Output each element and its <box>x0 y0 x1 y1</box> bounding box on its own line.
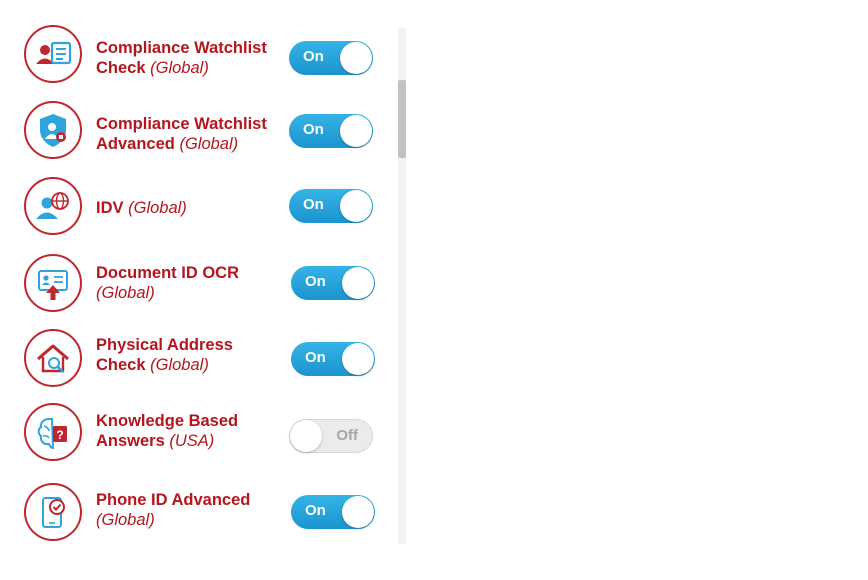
service-label: Phone ID Advanced (Global) <box>96 490 281 530</box>
service-label: Compliance Watchlist Advanced (Global) <box>96 114 281 154</box>
watchlist-check-icon <box>24 25 82 83</box>
service-scope: (Global) <box>150 356 209 374</box>
service-name: Document ID OCR <box>96 264 240 282</box>
service-row-watchlist-check: Compliance Watchlist Check (Global) On <box>0 22 395 86</box>
service-toggle[interactable]: On <box>289 189 373 223</box>
toggle-state-text: On <box>305 273 326 290</box>
service-name-line2: Check <box>96 59 146 77</box>
scrollbar-track[interactable] <box>398 28 406 544</box>
service-toggle[interactable]: On <box>291 342 375 376</box>
house-search-icon <box>24 329 82 387</box>
service-label: Knowledge Based Answers (USA) <box>96 411 281 451</box>
service-name-line2: Advanced <box>96 135 175 153</box>
service-name: Physical Address <box>96 336 233 354</box>
service-label: IDV (Global) <box>96 198 281 218</box>
brain-question-icon: ? <box>24 403 82 461</box>
toggle-state-text: On <box>305 502 326 519</box>
document-id-upload-icon <box>24 254 82 312</box>
toggle-knob <box>340 42 372 74</box>
service-row-physical-address: Physical Address Check (Global) On <box>0 326 395 390</box>
service-row-knowledge-based: ? Knowledge Based Answers (USA) Off <box>0 403 395 467</box>
service-label: Compliance Watchlist Check (Global) <box>96 38 281 78</box>
service-scope: (Global) <box>96 511 155 529</box>
toggle-knob <box>342 343 374 375</box>
toggle-state-text: On <box>303 48 324 65</box>
toggle-state-text: On <box>305 349 326 366</box>
service-row-idv: IDV (Global) On <box>0 174 395 238</box>
service-scope: (Global) <box>128 199 187 217</box>
idv-globe-user-icon <box>24 177 82 235</box>
service-scope: (Global) <box>150 59 209 77</box>
service-row-document-id-ocr: Document ID OCR (Global) On <box>0 251 395 315</box>
service-name: Compliance Watchlist <box>96 115 267 133</box>
service-row-phone-id: Phone ID Advanced (Global) On <box>0 481 395 545</box>
toggle-knob <box>342 267 374 299</box>
service-label: Physical Address Check (Global) <box>96 335 281 375</box>
service-toggle[interactable]: On <box>291 495 375 529</box>
toggle-state-text: Off <box>336 427 358 444</box>
service-toggle[interactable]: On <box>291 266 375 300</box>
toggle-knob <box>340 190 372 222</box>
toggle-knob <box>342 496 374 528</box>
watchlist-advanced-shield-icon <box>24 101 82 159</box>
services-panel: Compliance Watchlist Check (Global) On C… <box>0 0 400 545</box>
toggle-knob <box>290 420 322 452</box>
service-label: Document ID OCR (Global) <box>96 263 281 303</box>
service-toggle[interactable]: On <box>289 41 373 75</box>
service-toggle[interactable]: Off <box>289 419 373 453</box>
service-name: IDV <box>96 199 124 217</box>
service-name: Phone ID Advanced <box>96 491 251 509</box>
scrollbar-thumb[interactable] <box>398 80 406 158</box>
service-name-line2: Check <box>96 356 146 374</box>
toggle-state-text: On <box>303 196 324 213</box>
service-name: Knowledge Based <box>96 412 239 430</box>
service-name: Compliance Watchlist <box>96 39 267 57</box>
phone-check-icon <box>24 483 82 541</box>
service-row-watchlist-advanced: Compliance Watchlist Advanced (Global) O… <box>0 99 395 163</box>
service-scope: (Global) <box>179 135 239 153</box>
service-toggle[interactable]: On <box>289 114 373 148</box>
toggle-knob <box>340 115 372 147</box>
service-scope: (Global) <box>96 284 155 302</box>
svg-text:?: ? <box>56 428 63 442</box>
service-scope: (USA) <box>169 432 215 450</box>
service-name-line2: Answers <box>96 432 165 450</box>
toggle-state-text: On <box>303 121 324 138</box>
